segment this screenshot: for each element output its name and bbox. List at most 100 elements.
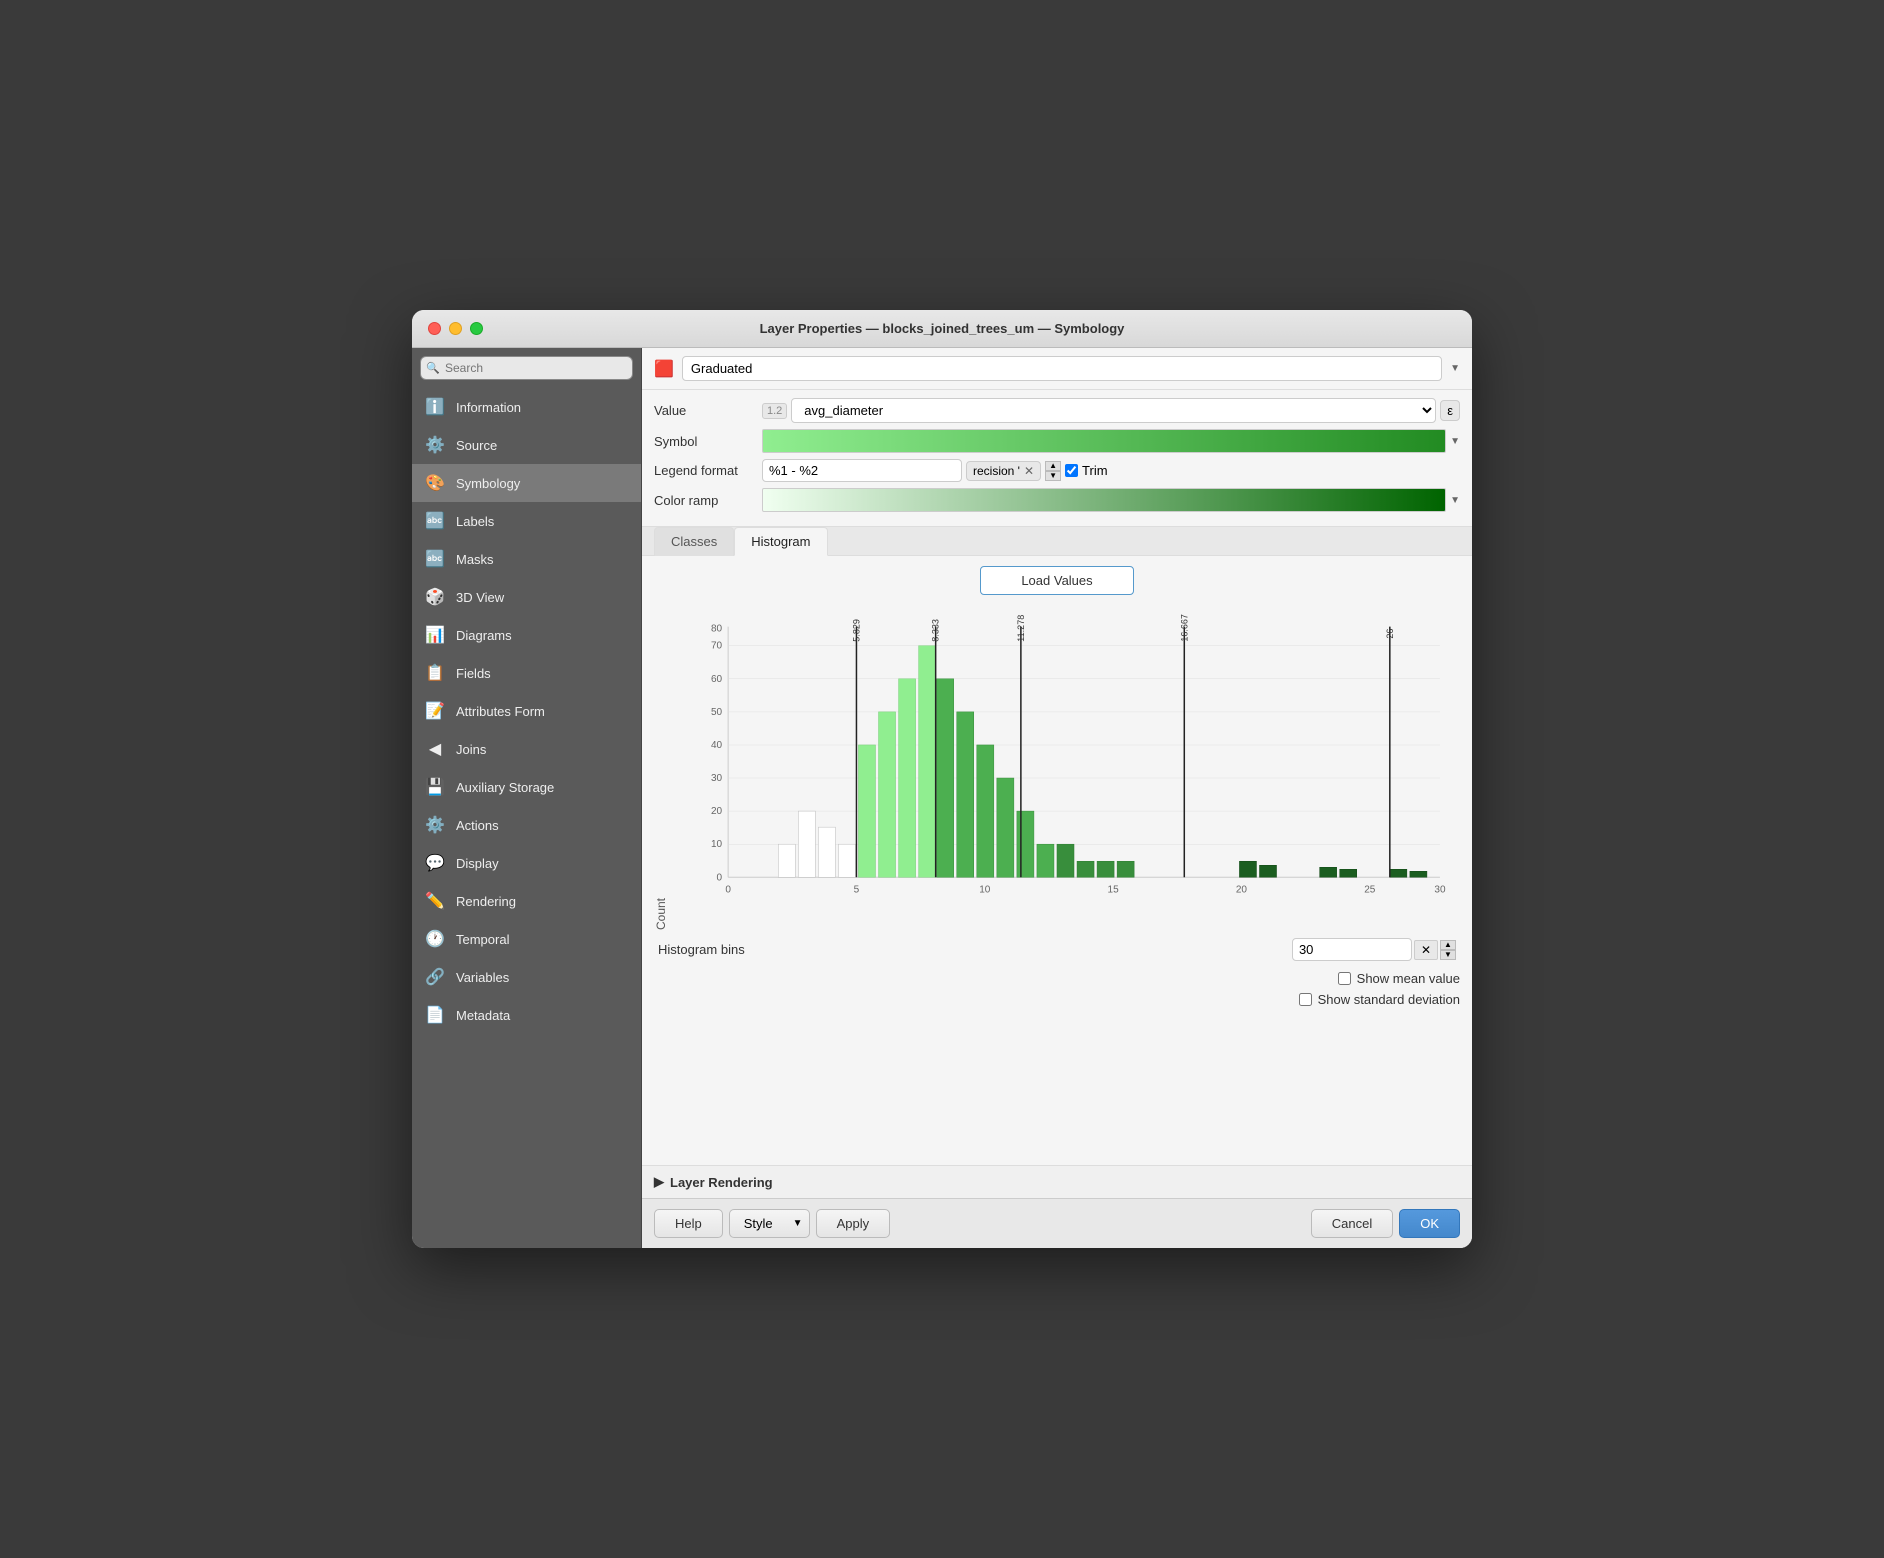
sidebar-item-symbology[interactable]: 🎨Symbology bbox=[412, 464, 641, 502]
layer-rendering-section: ▶ Layer Rendering bbox=[642, 1165, 1472, 1198]
tab-histogram[interactable]: Histogram bbox=[734, 527, 827, 556]
spinner-up[interactable]: ▲ bbox=[1045, 461, 1061, 471]
bins-input-group: ✕ ▲ ▼ bbox=[1292, 938, 1456, 961]
sidebar-label-auxiliary-storage: Auxiliary Storage bbox=[456, 780, 554, 795]
show-std-checkbox[interactable] bbox=[1299, 993, 1312, 1006]
sidebar-icon-diagrams: 📊 bbox=[424, 624, 446, 646]
sidebar-item-rendering[interactable]: ✏️Rendering bbox=[412, 882, 641, 920]
bins-clear-button[interactable]: ✕ bbox=[1414, 940, 1438, 960]
color-ramp-row: Color ramp ▼ bbox=[654, 488, 1460, 512]
sidebar-item-joins[interactable]: ◀Joins bbox=[412, 730, 641, 768]
spinner-down[interactable]: ▼ bbox=[1045, 471, 1061, 481]
close-button[interactable] bbox=[428, 322, 441, 335]
cancel-button[interactable]: Cancel bbox=[1311, 1209, 1393, 1238]
footer-buttons: Help Style ▼ Apply Cancel OK bbox=[642, 1198, 1472, 1248]
symbol-label: Symbol bbox=[654, 434, 754, 449]
minimize-button[interactable] bbox=[449, 322, 462, 335]
bins-input[interactable] bbox=[1292, 938, 1412, 961]
sidebar-item-information[interactable]: ℹ️Information bbox=[412, 388, 641, 426]
svg-text:5: 5 bbox=[854, 884, 860, 895]
sidebar-item-display[interactable]: 💬Display bbox=[412, 844, 641, 882]
style-button-group: Style ▼ bbox=[729, 1209, 810, 1238]
sidebar-icon-variables: 🔗 bbox=[424, 966, 446, 988]
svg-text:40: 40 bbox=[711, 740, 723, 751]
traffic-lights bbox=[428, 322, 483, 335]
legend-format-input[interactable] bbox=[762, 459, 962, 482]
svg-text:30: 30 bbox=[1434, 884, 1446, 895]
svg-text:20: 20 bbox=[711, 806, 723, 817]
sidebar: 🔍 ℹ️Information⚙️Source🎨Symbology 🔤 Labels… bbox=[412, 348, 642, 1248]
sidebar-label-labels: Labels bbox=[456, 514, 494, 529]
svg-text:25: 25 bbox=[1364, 884, 1376, 895]
sidebar-item-masks[interactable]: 🔤Masks bbox=[412, 540, 641, 578]
value-select[interactable]: avg_diameter bbox=[791, 398, 1436, 423]
y-axis-label: Count bbox=[654, 607, 668, 930]
svg-text:15: 15 bbox=[1108, 884, 1120, 895]
form-section: Value 1.2 avg_diameter ε Symbol ▼ bbox=[642, 390, 1472, 527]
svg-text:30: 30 bbox=[711, 773, 723, 784]
bins-spinner-down[interactable]: ▼ bbox=[1440, 950, 1456, 960]
sidebar-item-temporal[interactable]: 🕐Temporal bbox=[412, 920, 641, 958]
style-dropdown-button[interactable]: ▼ bbox=[787, 1209, 810, 1238]
main-content: 🔍 ℹ️Information⚙️Source🎨Symbology 🔤 Labels… bbox=[412, 348, 1472, 1248]
sidebar-icon-labels: 🔤 bbox=[424, 510, 446, 532]
sidebar-item-attributes-form[interactable]: 📝 Attributes Form bbox=[412, 692, 641, 730]
color-ramp-control: ▼ bbox=[762, 488, 1460, 512]
show-mean-label: Show mean value bbox=[1357, 971, 1460, 986]
renderer-select[interactable]: Graduated bbox=[682, 356, 1442, 381]
window-title: Layer Properties — blocks_joined_trees_u… bbox=[760, 321, 1125, 336]
symbol-control: ▼ bbox=[762, 429, 1460, 453]
style-button[interactable]: Style bbox=[729, 1209, 787, 1238]
epsilon-button[interactable]: ε bbox=[1440, 400, 1460, 421]
trim-checkbox[interactable] bbox=[1065, 464, 1078, 477]
sidebar-icon-display: 💬 bbox=[424, 852, 446, 874]
sidebar-label-source: Source bbox=[456, 438, 497, 453]
layer-rendering-triangle: ▶ bbox=[654, 1174, 664, 1190]
sidebar-item-metadata[interactable]: 📄Metadata bbox=[412, 996, 641, 1034]
sidebar-item-actions[interactable]: ⚙️Actions bbox=[412, 806, 641, 844]
type-indicator: 1.2 bbox=[762, 403, 787, 419]
sidebar-icon-information: ℹ️ bbox=[424, 396, 446, 418]
help-button[interactable]: Help bbox=[654, 1209, 723, 1238]
precision-clear-icon[interactable]: ✕ bbox=[1024, 464, 1034, 478]
checkboxes-row: Show mean value Show standard deviation bbox=[654, 971, 1460, 1007]
svg-text:26: 26 bbox=[1385, 629, 1395, 639]
sidebar-item-auxiliary-storage[interactable]: 💾Auxiliary Storage bbox=[412, 768, 641, 806]
symbol-row: Symbol ▼ bbox=[654, 429, 1460, 453]
color-ramp-dropdown-arrow: ▼ bbox=[1450, 495, 1460, 506]
ok-button[interactable]: OK bbox=[1399, 1209, 1460, 1238]
load-values-button[interactable]: Load Values bbox=[980, 566, 1133, 595]
sidebar-label-rendering: Rendering bbox=[456, 894, 516, 909]
search-input[interactable] bbox=[420, 356, 633, 380]
main-window: Layer Properties — blocks_joined_trees_u… bbox=[412, 310, 1472, 1248]
sidebar-label-attributes-form: Attributes Form bbox=[456, 704, 545, 719]
legend-format-label: Legend format bbox=[654, 463, 754, 478]
search-wrapper: 🔍 bbox=[420, 356, 633, 380]
tab-classes[interactable]: Classes bbox=[654, 527, 734, 556]
renderer-dropdown-arrow: ▼ bbox=[1450, 363, 1460, 374]
sidebar-label-metadata: Metadata bbox=[456, 1008, 510, 1023]
sidebar-item-fields[interactable]: 📋Fields bbox=[412, 654, 641, 692]
symbol-bar[interactable] bbox=[762, 429, 1446, 453]
sidebar-item-diagrams[interactable]: 📊 Diagrams bbox=[412, 616, 641, 654]
sidebar-item-labels[interactable]: 🔤 Labels bbox=[412, 502, 641, 540]
show-std-item: Show standard deviation bbox=[1299, 992, 1460, 1007]
maximize-button[interactable] bbox=[470, 322, 483, 335]
color-ramp-bar[interactable] bbox=[762, 488, 1446, 512]
graduated-icon: 🟥 bbox=[654, 359, 674, 379]
apply-button[interactable]: Apply bbox=[816, 1209, 891, 1238]
sidebar-item-variables[interactable]: 🔗Variables bbox=[412, 958, 641, 996]
sidebar-item-3dview[interactable]: 🎲3D View bbox=[412, 578, 641, 616]
sidebar-label-fields: Fields bbox=[456, 666, 491, 681]
svg-text:16.667: 16.667 bbox=[1179, 614, 1189, 642]
layer-rendering-header[interactable]: ▶ Layer Rendering bbox=[654, 1174, 1460, 1190]
sidebar-item-source[interactable]: ⚙️Source bbox=[412, 426, 641, 464]
bins-spinner-up[interactable]: ▲ bbox=[1440, 940, 1456, 950]
sidebar-label-diagrams: Diagrams bbox=[456, 628, 512, 643]
svg-text:11.278: 11.278 bbox=[1016, 615, 1026, 642]
show-mean-checkbox[interactable] bbox=[1338, 972, 1351, 985]
bins-label: Histogram bins bbox=[658, 942, 745, 957]
sidebar-icon-3dview: 🎲 bbox=[424, 586, 446, 608]
chart-wrapper: 0 10 20 30 40 50 60 70 80 0 5 bbox=[678, 607, 1460, 930]
sidebar-icon-attributes-form: 📝 bbox=[424, 700, 446, 722]
